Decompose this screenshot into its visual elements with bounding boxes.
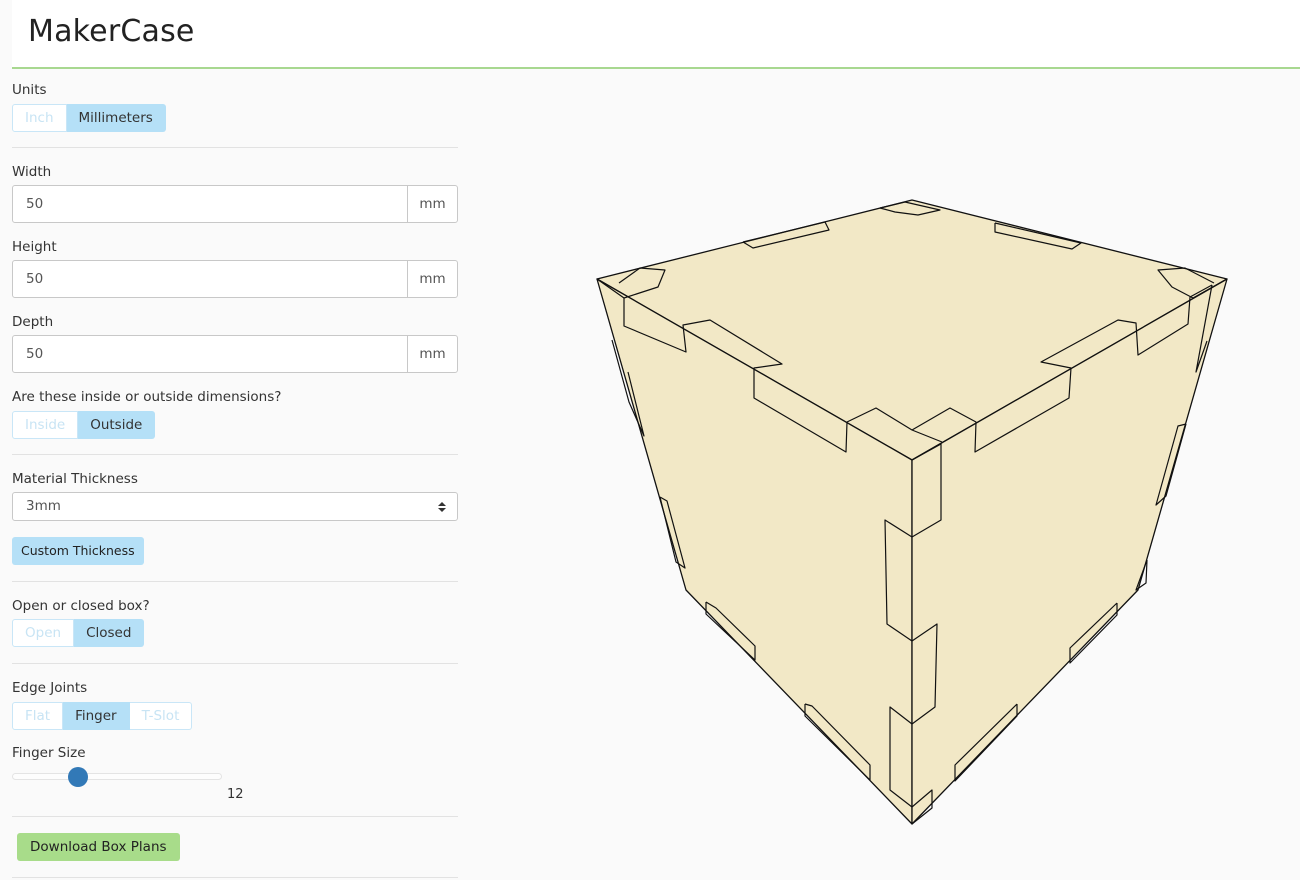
width-input-group: mm [12, 185, 458, 223]
download-box-plans-button[interactable]: Download Box Plans [17, 833, 180, 861]
open-option[interactable]: Open [12, 619, 75, 647]
units-toggle: Inch Millimeters [12, 104, 166, 132]
edge-joints-toggle: Flat Finger T-Slot [12, 702, 193, 730]
joint-tslot-option[interactable]: T-Slot [129, 702, 193, 730]
width-unit: mm [407, 186, 457, 222]
dimension-type-toggle: Inside Outside [12, 411, 156, 439]
box-3d-render[interactable] [470, 70, 1300, 880]
height-input[interactable] [13, 261, 407, 297]
width-input[interactable] [13, 186, 407, 222]
finger-size-slider[interactable] [12, 767, 222, 790]
finger-size-value: 12 [227, 787, 244, 802]
closed-option[interactable]: Closed [74, 619, 145, 647]
units-label: Units [12, 82, 47, 98]
depth-input[interactable] [13, 336, 407, 372]
divider [12, 147, 458, 148]
depth-unit: mm [407, 336, 457, 372]
divider [12, 816, 458, 817]
slider-handle[interactable] [68, 767, 88, 787]
dimension-type-label: Are these inside or outside dimensions? [12, 389, 282, 405]
app-header: MakerCase [12, 0, 1300, 69]
width-label: Width [12, 164, 52, 180]
material-thickness-select[interactable]: 3mm [12, 492, 458, 521]
open-closed-toggle: Open Closed [12, 619, 145, 647]
depth-label: Depth [12, 314, 54, 330]
finger-size-label: Finger Size [12, 745, 86, 761]
joint-finger-option[interactable]: Finger [63, 702, 130, 730]
select-arrows-icon [438, 502, 446, 512]
divider [12, 454, 458, 455]
height-input-group: mm [12, 260, 458, 298]
dimension-outside-option[interactable]: Outside [78, 411, 156, 439]
divider [12, 663, 458, 664]
material-thickness-label: Material Thickness [12, 471, 138, 487]
material-thickness-value: 3mm [26, 498, 61, 514]
custom-thickness-button[interactable]: Custom Thickness [12, 537, 144, 565]
divider [12, 877, 458, 878]
joint-flat-option[interactable]: Flat [12, 702, 64, 730]
depth-input-group: mm [12, 335, 458, 373]
slider-track[interactable] [12, 773, 222, 780]
app-title: MakerCase [28, 14, 195, 49]
dimension-inside-option[interactable]: Inside [12, 411, 79, 439]
box-preview[interactable] [470, 70, 1300, 880]
edge-joints-label: Edge Joints [12, 680, 88, 696]
units-millimeters-option[interactable]: Millimeters [66, 104, 166, 132]
open-closed-label: Open or closed box? [12, 598, 150, 614]
settings-panel: Units Inch Millimeters Width mm Height m… [12, 70, 458, 880]
height-unit: mm [407, 261, 457, 297]
divider [12, 581, 458, 582]
units-inch-option[interactable]: Inch [12, 104, 67, 132]
height-label: Height [12, 239, 57, 255]
